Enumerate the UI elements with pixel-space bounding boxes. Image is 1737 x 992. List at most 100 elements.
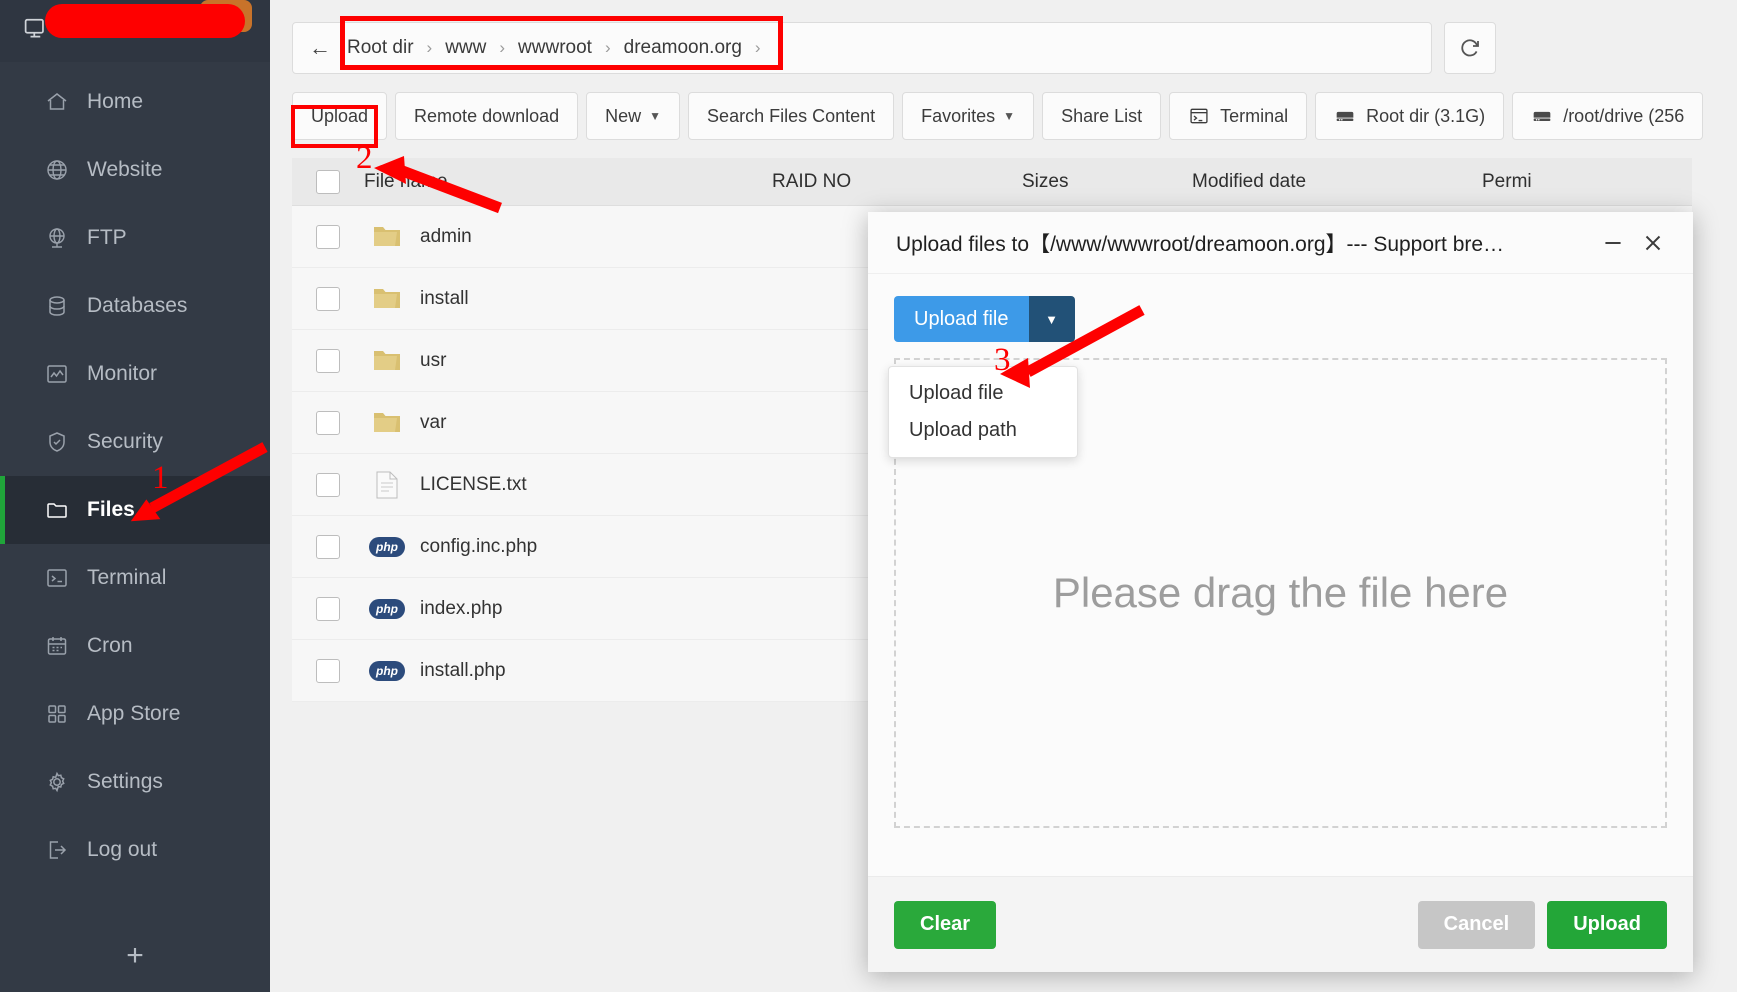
header-sizes[interactable]: Sizes [1014, 171, 1184, 193]
sidebar-item-website[interactable]: Website [0, 136, 270, 204]
header-permissions[interactable]: Permi [1474, 171, 1654, 193]
database-icon [44, 293, 70, 319]
disk-icon [1334, 106, 1356, 126]
arrow-left-icon[interactable]: ← [307, 35, 333, 61]
header-raid-no[interactable]: RAID NO [764, 171, 1014, 193]
logout-icon [44, 837, 70, 863]
dialog-body: Upload file ▼ Upload file Upload path Pl… [868, 274, 1693, 876]
dialog-header: Upload files to【/www/wwwroot/dreamoon.or… [868, 212, 1693, 274]
row-checkbox[interactable] [316, 472, 340, 497]
home-icon [44, 89, 70, 115]
sidebar-item-files[interactable]: Files [0, 476, 270, 544]
sidebar-item-home[interactable]: Home [0, 68, 270, 136]
monitor-chart-icon [44, 361, 70, 387]
dialog-footer: Clear Cancel Upload [868, 876, 1693, 972]
file-name-label: var [420, 411, 447, 433]
select-all-cell [292, 169, 364, 194]
upload-dropdown-menu: Upload file Upload path [888, 366, 1078, 458]
sidebar-item-label: Settings [87, 770, 163, 793]
file-toolbar: Upload Remote download New ▼ Search File… [292, 92, 1737, 140]
toolbar-search-files-content-button[interactable]: Search Files Content [688, 92, 895, 140]
row-name-cell: var [364, 410, 764, 436]
upload-dialog: Upload files to【/www/wwwroot/dreamoon.or… [868, 212, 1693, 972]
toolbar-favorites-button[interactable]: Favorites ▼ [902, 92, 1035, 140]
row-select-cell [292, 286, 364, 311]
gear-icon [44, 769, 70, 795]
sidebar-item-label: Cron [87, 634, 133, 657]
refresh-icon[interactable] [1444, 22, 1496, 74]
cancel-button[interactable]: Cancel [1417, 900, 1536, 949]
toolbar-root-drive-button[interactable]: /root/drive (256 [1512, 92, 1704, 140]
chevron-down-icon[interactable]: ▼ [1028, 296, 1075, 342]
file-name-label: LICENSE.txt [420, 473, 527, 495]
sidebar-item-label: Log out [87, 838, 158, 861]
header-modified-date[interactable]: Modified date [1184, 171, 1474, 193]
sidebar-add-button[interactable]: + [0, 920, 270, 992]
file-name-label: usr [420, 349, 447, 371]
row-select-cell [292, 658, 364, 683]
upload-file-button[interactable]: Upload file [894, 296, 1029, 342]
sidebar-item-ftp[interactable]: FTP [0, 204, 270, 272]
file-name-label: config.inc.php [420, 535, 538, 557]
sidebar: Home Website FTP Databases Monitor Secur… [0, 0, 270, 992]
sidebar-item-databases[interactable]: Databases [0, 272, 270, 340]
row-name-cell: php install.php [364, 660, 764, 682]
sidebar-item-terminal[interactable]: Terminal [0, 544, 270, 612]
row-name-cell: admin [364, 224, 764, 250]
sidebar-item-label: Terminal [87, 566, 167, 589]
sidebar-item-label: Website [87, 158, 163, 181]
sidebar-item-label: Security [87, 430, 163, 453]
clear-button[interactable]: Clear [894, 900, 997, 949]
dropzone-label: Please drag the file here [1052, 569, 1509, 616]
grid-icon [44, 701, 70, 727]
dropdown-item-upload-path[interactable]: Upload path [889, 412, 1077, 449]
sidebar-item-label: Monitor [87, 362, 158, 385]
row-select-cell [292, 596, 364, 621]
chevron-down-icon: ▼ [649, 109, 662, 123]
row-checkbox[interactable] [316, 348, 340, 373]
upload-button[interactable]: Upload [1547, 900, 1667, 949]
sidebar-header [0, 0, 270, 62]
row-checkbox[interactable] [316, 286, 340, 311]
sidebar-item-app-store[interactable]: App Store [0, 680, 270, 748]
row-select-cell [292, 224, 364, 249]
sidebar-item-security[interactable]: Security [0, 408, 270, 476]
sidebar-item-cron[interactable]: Cron [0, 612, 270, 680]
header-file-name[interactable]: File name [364, 171, 764, 193]
shield-icon [44, 429, 70, 455]
close-icon[interactable] [1633, 223, 1673, 263]
row-name-cell: php config.inc.php [364, 536, 764, 558]
toolbar-button-label: Search Files Content [707, 105, 876, 126]
row-select-cell [292, 348, 364, 373]
toolbar-terminal-button[interactable]: Terminal [1169, 92, 1308, 140]
app-root: Home Website FTP Databases Monitor Secur… [0, 0, 1737, 992]
toolbar-button-label: Terminal [1220, 105, 1289, 126]
sidebar-item-monitor[interactable]: Monitor [0, 340, 270, 408]
sidebar-item-settings[interactable]: Settings [0, 748, 270, 816]
annotation-number-3: 3 [994, 342, 1011, 378]
toolbar-root-dir-button[interactable]: Root dir (3.1G) [1315, 92, 1505, 140]
toolbar-button-label: Favorites [921, 105, 996, 126]
row-name-cell: usr [364, 348, 764, 374]
redacted-username [45, 4, 245, 38]
toolbar-button-label: Remote download [414, 105, 560, 126]
row-select-cell [292, 410, 364, 435]
sidebar-item-log-out[interactable]: Log out [0, 816, 270, 884]
file-name-label: admin [420, 225, 472, 247]
terminal-icon [44, 565, 70, 591]
chevron-down-icon: ▼ [1003, 109, 1016, 123]
toolbar-share-list-button[interactable]: Share List [1042, 92, 1162, 140]
folder-icon [364, 224, 410, 250]
toolbar-new-button[interactable]: New ▼ [586, 92, 681, 140]
file-name-label: index.php [420, 597, 503, 619]
dropdown-item-upload-file[interactable]: Upload file [889, 375, 1077, 412]
row-checkbox[interactable] [316, 596, 340, 621]
minimize-icon[interactable] [1593, 223, 1633, 263]
row-checkbox[interactable] [316, 658, 340, 683]
row-checkbox[interactable] [316, 534, 340, 559]
ftp-icon [44, 225, 70, 251]
select-all-checkbox[interactable] [316, 169, 340, 194]
toolbar-remote-download-button[interactable]: Remote download [395, 92, 579, 140]
row-checkbox[interactable] [316, 410, 340, 435]
row-checkbox[interactable] [316, 224, 340, 249]
